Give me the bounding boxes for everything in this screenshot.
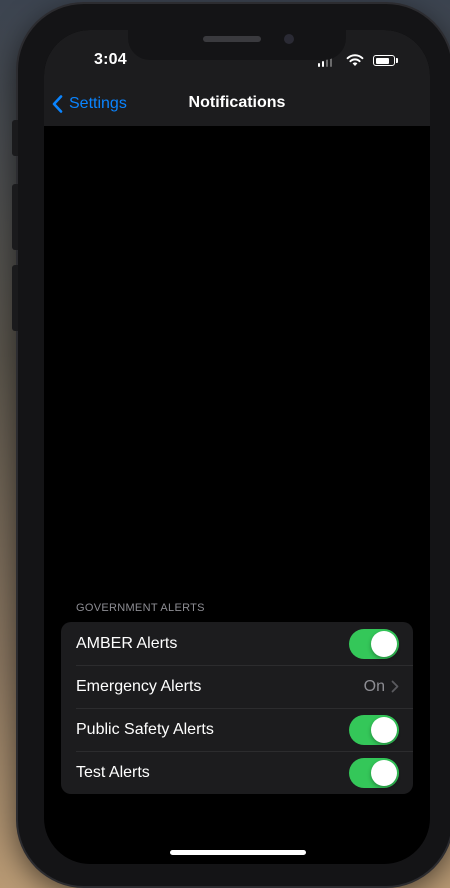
wifi-icon: [346, 54, 364, 66]
section-header-government-alerts: GOVERNMENT ALERTS: [76, 602, 205, 614]
test-alerts-row: Test Alerts: [61, 751, 413, 794]
front-camera: [284, 34, 294, 44]
government-alerts-list: AMBER Alerts Emergency Alerts On Public …: [61, 622, 413, 794]
public-safety-alerts-row: Public Safety Alerts: [61, 708, 413, 751]
phone-screen: 3:04 Settings Notifications GOVERNMENT A…: [44, 30, 430, 864]
emergency-alerts-value: On: [363, 677, 385, 695]
mute-switch: [12, 120, 18, 156]
notch: [128, 30, 346, 60]
emergency-alerts-row[interactable]: Emergency Alerts On: [61, 665, 413, 708]
toggle-knob: [371, 716, 397, 743]
row-label: AMBER Alerts: [76, 634, 178, 652]
toggle-knob: [371, 759, 397, 786]
volume-down-button: [12, 265, 18, 331]
status-time: 3:04: [94, 51, 127, 68]
amber-alerts-toggle[interactable]: [349, 628, 399, 659]
battery-icon: [373, 55, 395, 66]
row-label: Emergency Alerts: [76, 677, 202, 695]
row-label: Test Alerts: [76, 763, 150, 781]
toggle-knob: [371, 630, 397, 657]
row-label: Public Safety Alerts: [76, 720, 214, 738]
amber-alerts-row: AMBER Alerts: [61, 622, 413, 665]
home-indicator[interactable]: [170, 850, 306, 855]
public-safety-alerts-toggle[interactable]: [349, 714, 399, 745]
volume-up-button: [12, 184, 18, 250]
chevron-right-icon: [391, 680, 399, 693]
battery-tip: [396, 58, 398, 63]
speaker-grille: [203, 36, 261, 42]
page-title: Notifications: [188, 94, 286, 111]
test-alerts-toggle[interactable]: [349, 757, 399, 788]
